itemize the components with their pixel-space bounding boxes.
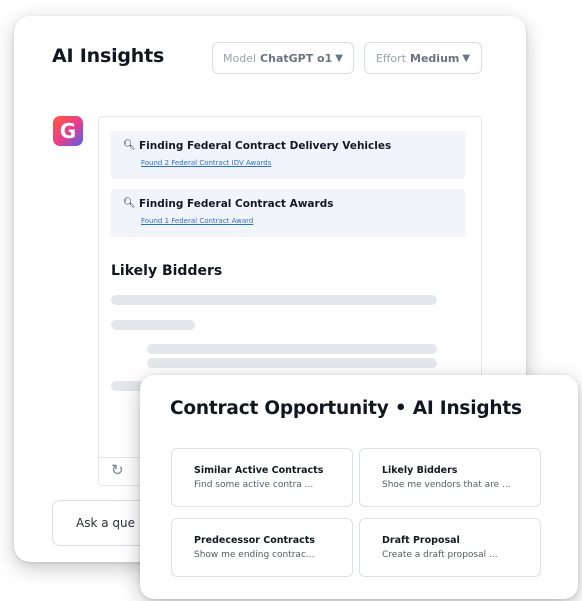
effort-select[interactable]: Effort Medium ▼ (364, 42, 482, 74)
tile-title: Draft Proposal (382, 535, 460, 546)
section-heading: Likely Bidders (111, 263, 223, 279)
model-value: ChatGPT o1 (260, 51, 333, 65)
tile-predecessor-contracts[interactable]: Predecessor Contracts Show me ending con… (171, 518, 353, 577)
contract-opportunity-card: Contract Opportunity • AI Insights Simil… (140, 375, 578, 599)
tile-description: Show me ending contrac... (194, 550, 315, 560)
tile-similar-active-contracts[interactable]: Similar Active Contracts Find some activ… (171, 448, 353, 507)
tile-title: Likely Bidders (382, 465, 458, 476)
tile-description: Shoe me vendors that are ... (382, 480, 511, 490)
finding-link[interactable]: Found 1 Federal Contract Award (141, 217, 253, 225)
tile-title: Predecessor Contracts (194, 535, 315, 546)
card-title: Contract Opportunity • AI Insights (170, 398, 522, 419)
finding-title: Finding Federal Contract Delivery Vehicl… (139, 140, 392, 152)
tile-title: Similar Active Contracts (194, 465, 324, 476)
finding-item: 🔍︎ Finding Federal Contract Delivery Veh… (111, 131, 465, 179)
skeleton-line (111, 295, 437, 305)
caret-down-icon: ▼ (335, 52, 343, 64)
refresh-icon[interactable]: ↻ (111, 461, 124, 479)
model-select[interactable]: Model ChatGPT o1 ▼ (212, 42, 354, 74)
stage: AI Insights Model ChatGPT o1 ▼ Effort Me… (0, 0, 582, 601)
skeleton-line (147, 358, 437, 368)
tile-draft-proposal[interactable]: Draft Proposal Create a draft proposal .… (359, 518, 541, 577)
assistant-avatar: G (53, 116, 83, 146)
model-label: Model (223, 51, 257, 65)
tile-likely-bidders[interactable]: Likely Bidders Shoe me vendors that are … (359, 448, 541, 507)
finding-title: Finding Federal Contract Awards (139, 198, 334, 210)
finding-link[interactable]: Found 2 Federal Contract IDV Awards (141, 159, 271, 167)
skeleton-line (111, 320, 195, 330)
avatar-letter: G (59, 119, 77, 143)
tile-description: Create a draft proposal ... (382, 550, 498, 560)
search-icon: 🔍︎ (123, 198, 136, 209)
effort-value: Medium (410, 51, 460, 65)
caret-down-icon: ▼ (462, 52, 471, 64)
finding-item: 🔍︎ Finding Federal Contract Awards Found… (111, 189, 465, 237)
skeleton-line (147, 344, 437, 354)
tile-description: Find some active contra ... (194, 480, 314, 490)
page-title: AI Insights (52, 45, 165, 67)
search-icon: 🔍︎ (123, 140, 136, 151)
effort-label: Effort (375, 51, 407, 65)
